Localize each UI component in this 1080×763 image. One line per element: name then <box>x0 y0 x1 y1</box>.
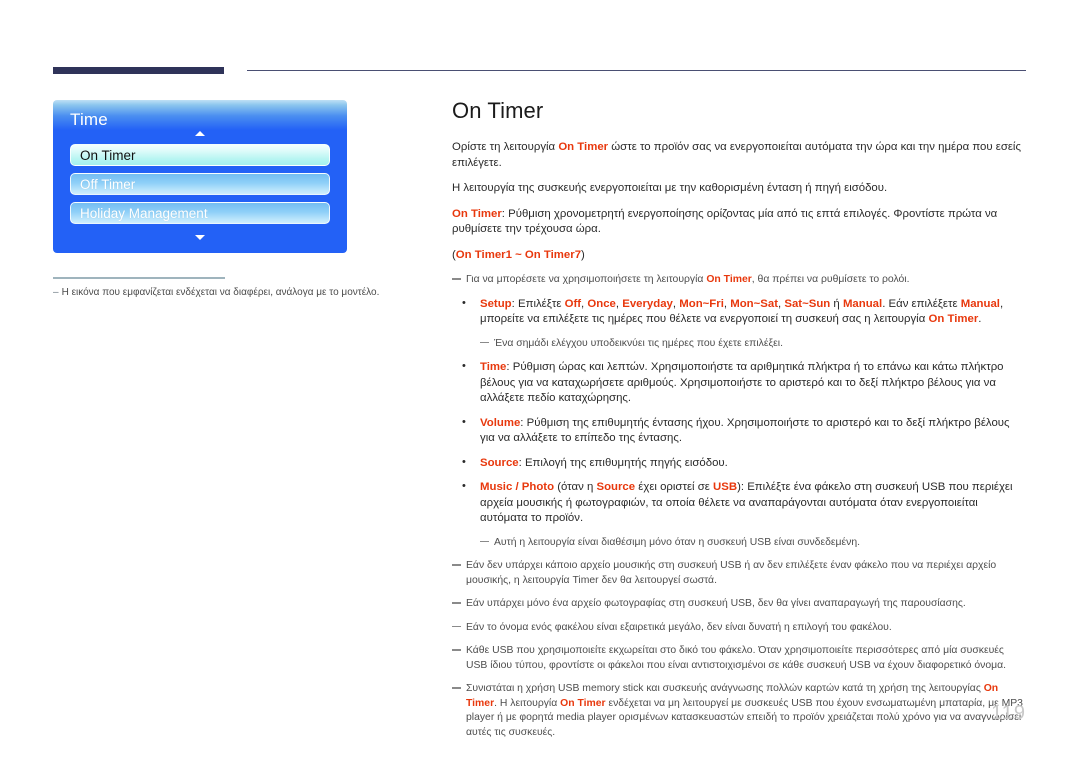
note-music-file: Εάν δεν υπάρχει κάποιο αρχείο μουσικής σ… <box>452 559 1026 588</box>
osd-item-label: On Timer <box>80 148 136 163</box>
highlight-term: Setup <box>480 297 512 310</box>
highlight-term: On Timer <box>928 313 979 325</box>
note-long-folder-name: Εάν το όνομα ενός φακέλου είναι εξαιρετι… <box>452 621 1026 636</box>
bullet-source: Source: Επιλογή της επιθυμητής πηγής εισ… <box>452 455 1026 472</box>
bullet-setup: Setup: Επιλέξτε Off, Once, Everyday, Mon… <box>452 296 1026 328</box>
left-note-text: Η εικόνα που εμφανίζεται ενδέχεται να δι… <box>61 287 380 298</box>
highlight-term: On Timer <box>452 207 502 220</box>
intro-paragraph-2: Η λειτουργία της συσκευής ενεργοποιείται… <box>452 182 888 194</box>
highlight-term: Manual <box>842 297 883 310</box>
page-title: On Timer <box>452 98 544 123</box>
note-dash: – <box>53 287 59 298</box>
osd-item-holiday-management[interactable]: Holiday Management <box>70 202 330 224</box>
note-memory-stick: Συνιστάται η χρήση USB memory stick και … <box>452 682 1026 740</box>
highlight-term: Off <box>564 297 582 310</box>
osd-item-label: Off Timer <box>80 177 136 192</box>
highlight-term: Manual <box>960 297 1000 310</box>
highlight-term: USB <box>713 481 738 493</box>
bullet-time: Time: Ρύθμιση ώρας και λεπτών. Χρησιμοπο… <box>452 359 1026 407</box>
note-set-clock: Για να μπορέσετε να χρησιμοποιήσετε τη λ… <box>452 273 1026 288</box>
highlight-term: Source <box>480 456 519 469</box>
manual-page: Time On Timer Off Timer Holiday Manageme… <box>0 0 1080 763</box>
note-usb-connected: Αυτή η λειτουργία είναι διαθέσιμη μόνο ό… <box>480 536 1026 551</box>
highlight-term: On Timer <box>560 697 606 709</box>
note-single-photo: Εάν υπάρχει μόνο ένα αρχείο φωτογραφίας … <box>452 597 1026 612</box>
header-accent-bar <box>53 67 224 74</box>
osd-item-on-timer[interactable]: On Timer <box>70 144 330 166</box>
osd-menu-items: On Timer Off Timer Holiday Management <box>70 144 330 231</box>
left-note: – Η εικόνα που εμφανίζεται ενδέχεται να δ… <box>53 286 433 300</box>
highlight-term: Sat~Sun <box>784 297 831 310</box>
highlight-term: Volume <box>480 416 521 429</box>
highlight-term: Time <box>480 361 507 373</box>
page-number: 119 <box>991 702 1026 724</box>
note-usb-folder: Κάθε USB που χρησιμοποιείτε εκχωρείται σ… <box>452 644 1026 673</box>
header-rule <box>247 70 1026 71</box>
scroll-down-arrow-icon[interactable] <box>53 233 347 242</box>
bullet-music-photo: Music / Photo (όταν η Source έχει οριστε… <box>452 479 1026 527</box>
highlight-term: On Timer <box>706 274 752 285</box>
highlight-term: Mon~Fri <box>679 297 724 310</box>
highlight-term: Everyday <box>622 297 673 310</box>
intro-paragraph-3: On Timer: Ρύθμιση χρονομετρητή ενεργοποί… <box>452 207 998 236</box>
highlight-term: On Timer <box>466 683 999 709</box>
highlight-term: On Timer1 ~ On Timer7 <box>455 248 582 261</box>
highlight-term: On Timer <box>558 141 609 153</box>
osd-menu-panel: Time On Timer Off Timer Holiday Manageme… <box>53 100 347 253</box>
bullet-volume: Volume: Ρύθμιση της επιθυμητής έντασης ή… <box>452 415 1026 447</box>
left-column: Time On Timer Off Timer Holiday Manageme… <box>53 100 347 253</box>
left-note-rule <box>53 277 225 279</box>
highlight-term: Once <box>587 297 616 310</box>
note-setup-checkmark: Ένα σημάδι ελέγχου υποδεικνύει τις ημέρε… <box>480 337 1026 352</box>
highlight-term: Source <box>596 481 636 493</box>
osd-item-off-timer[interactable]: Off Timer <box>70 173 330 195</box>
main-content: On Timer Ορίστε τη λειτουργία On Timer ώ… <box>452 98 1026 749</box>
timer-range-paragraph: (On Timer1 ~ On Timer7) <box>452 248 585 261</box>
osd-menu-title: Time <box>70 110 108 129</box>
osd-item-label: Holiday Management <box>80 206 208 221</box>
highlight-term: Music / Photo <box>480 481 555 493</box>
intro-paragraph-1: Ορίστε τη λειτουργία On Timer ώστε το πρ… <box>452 141 1021 169</box>
scroll-up-arrow-icon[interactable] <box>53 129 347 138</box>
highlight-term: Mon~Sat <box>730 297 779 310</box>
